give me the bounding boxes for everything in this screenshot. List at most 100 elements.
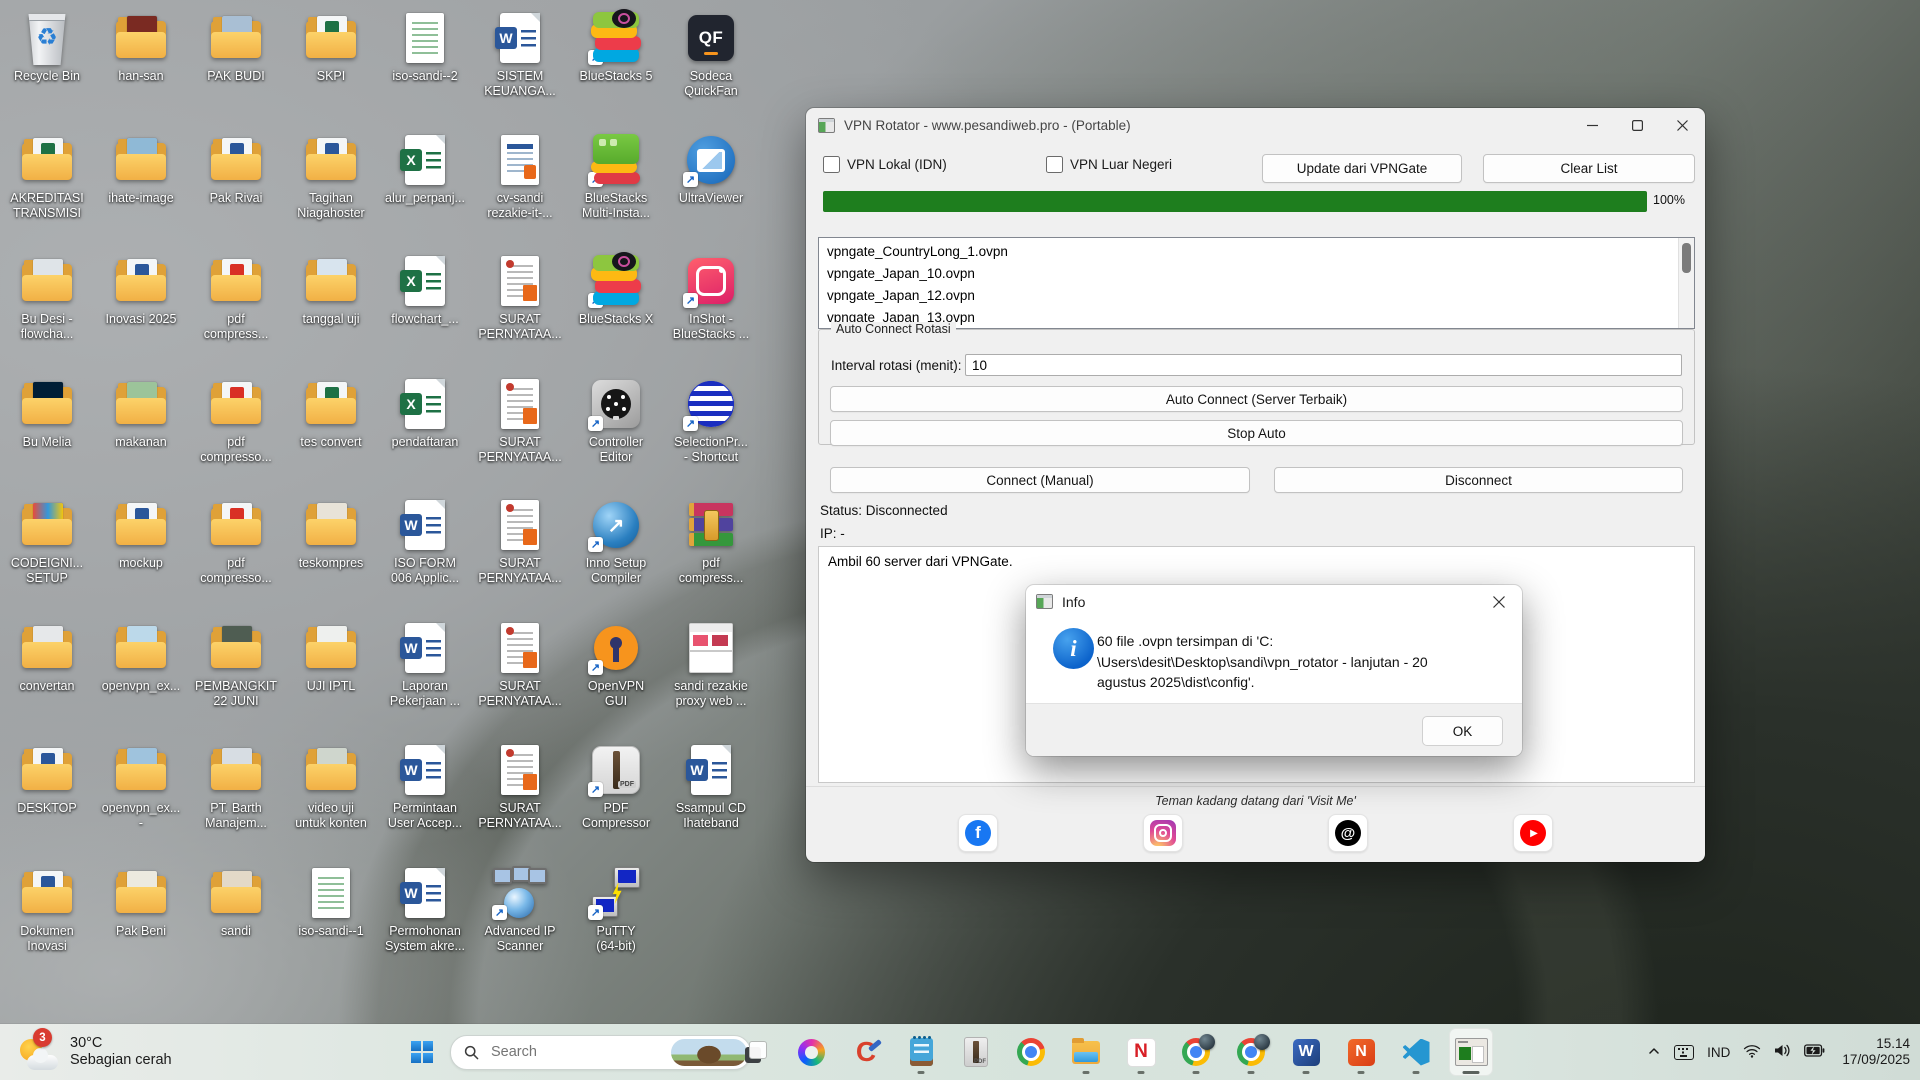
taskbar-app-nitro-pdf[interactable]: N (1339, 1028, 1383, 1076)
server-list-item[interactable]: vpngate_Japan_12.ovpn (819, 285, 1694, 307)
language-indicator[interactable]: IND (1707, 1045, 1730, 1060)
clock[interactable]: 15.14 17/09/2025 (1842, 1036, 1910, 1069)
desktop-icon-ihate-image[interactable]: ihate-image (95, 132, 187, 206)
desktop-icon-mockup[interactable]: mockup (95, 497, 187, 571)
desktop-icon-inno-setup-compiler[interactable]: ↗↗Inno Setup Compiler (570, 497, 662, 586)
desktop-icon-akreditasi-transmisi[interactable]: AKREDITASI TRANSMISI (1, 132, 93, 221)
desktop-icon-pdf-compress[interactable]: pdf compress... (665, 497, 757, 586)
desktop-icon-pak-budi[interactable]: PAK BUDI (190, 10, 282, 84)
desktop-icon-alur-perpanj[interactable]: Xalur_perpanj... (379, 132, 471, 206)
desktop-icon-inovasi-2025[interactable]: Inovasi 2025 (95, 253, 187, 327)
desktop-icon-advanced-ip-scanner[interactable]: ↗Advanced IP Scanner (474, 865, 566, 954)
desktop-icon-makanan[interactable]: makanan (95, 376, 187, 450)
youtube-button[interactable]: ▶ (1513, 814, 1553, 852)
desktop-icon-surat-pernyataa[interactable]: SURAT PERNYATAA... (474, 620, 566, 709)
volume-icon[interactable] (1774, 1043, 1791, 1061)
desktop-icon-surat-pernyataa[interactable]: SURAT PERNYATAA... (474, 376, 566, 465)
desktop-icon-tes-convert[interactable]: tes convert (285, 376, 377, 450)
desktop-icon-desktop[interactable]: DESKTOP (1, 742, 93, 816)
desktop-icon-iso-sandi-2[interactable]: iso-sandi--2 (379, 10, 471, 84)
disconnect-button[interactable]: Disconnect (1274, 467, 1683, 493)
desktop-icon-tagihan-niagahoster[interactable]: Tagihan Niagahoster (285, 132, 377, 221)
taskbar-app-word[interactable]: W (1284, 1028, 1328, 1076)
desktop-icon-sandi-rezakie-proxy-web[interactable]: sandi rezakie proxy web ... (665, 620, 757, 709)
close-button[interactable] (1660, 108, 1705, 142)
desktop-icon-tanggal-uji[interactable]: tanggal uji (285, 253, 377, 327)
scrollbar[interactable] (1678, 238, 1694, 328)
taskbar-app-copilot[interactable] (789, 1028, 833, 1076)
desktop-icon-dokumen-inovasi[interactable]: Dokumen Inovasi (1, 865, 93, 954)
desktop-icon-pt-barth-manajem[interactable]: PT. Barth Manajem... (190, 742, 282, 831)
desktop-icon-bu-melia[interactable]: Bu Melia (1, 376, 93, 450)
vpn-foreign-checkbox[interactable]: VPN Luar Negeri (1046, 156, 1172, 173)
desktop-icon-pdf-compress[interactable]: pdf compress... (190, 253, 282, 342)
desktop-icon-han-san[interactable]: han-san (95, 10, 187, 84)
battery-icon[interactable] (1804, 1044, 1825, 1060)
desktop-icon-openvpn-ex[interactable]: openvpn_ex... - (95, 742, 187, 831)
desktop-icon-video-uji-untuk-konten[interactable]: video uji untuk konten (285, 742, 377, 831)
clear-list-button[interactable]: Clear List (1483, 154, 1695, 183)
facebook-button[interactable]: f (958, 814, 998, 852)
desktop-icon-controller-editor[interactable]: ↗Controller Editor (570, 376, 662, 465)
desktop-icon-permintaan-user-accep[interactable]: WPermintaan User Accep... (379, 742, 471, 831)
desktop-icon-codeigni-setup[interactable]: CODEIGNI... SETUP (1, 497, 93, 586)
desktop-icon-cv-sandi-rezakie-it[interactable]: cv-sandi rezakie-it-... (474, 132, 566, 221)
desktop-icon-pak-beni[interactable]: Pak Beni (95, 865, 187, 939)
threads-button[interactable]: @ (1328, 814, 1368, 852)
connect-manual-button[interactable]: Connect (Manual) (830, 467, 1250, 493)
desktop-icon-ssampul-cd-ihateband[interactable]: WSsampul CD Ihateband (665, 742, 757, 831)
start-button[interactable] (403, 1030, 441, 1074)
taskbar-app-vpn-rotator[interactable] (1449, 1028, 1493, 1076)
touch-keyboard-icon[interactable] (1674, 1045, 1694, 1060)
server-list-item[interactable]: vpngate_CountryLong_1.ovpn (819, 241, 1694, 263)
taskbar-app-netflix[interactable]: N (1119, 1028, 1163, 1076)
desktop-icon-convertan[interactable]: convertan (1, 620, 93, 694)
desktop-icon-pdf-compresso[interactable]: pdf compresso... (190, 376, 282, 465)
wifi-icon[interactable] (1743, 1043, 1761, 1061)
desktop-icon-bu-desi-flowcha[interactable]: Bu Desi - flowcha... (1, 253, 93, 342)
desktop-icon-bluestacks-x[interactable]: ↗BlueStacks X (570, 253, 662, 327)
desktop-icon-surat-pernyataa[interactable]: SURAT PERNYATAA... (474, 742, 566, 831)
taskbar-app-pdf-tool[interactable] (954, 1028, 998, 1076)
desktop-icon-putty-64-bit[interactable]: ↗PuTTY (64-bit) (570, 865, 662, 954)
desktop-icon-sistem-keuanga[interactable]: WSISTEM KEUANGA... (474, 10, 566, 99)
server-list[interactable]: vpngate_CountryLong_1.ovpnvpngate_Japan_… (818, 237, 1695, 329)
desktop-icon-laporan-pekerjaan[interactable]: WLaporan Pekerjaan ... (379, 620, 471, 709)
server-list-item[interactable]: vpngate_Japan_10.ovpn (819, 263, 1694, 285)
dialog-close-button[interactable] (1476, 585, 1522, 618)
desktop-icon-openvpn-ex[interactable]: openvpn_ex... (95, 620, 187, 694)
desktop-icon-pdf-compressor[interactable]: PDF↗PDF Compressor (570, 742, 662, 831)
taskbar-app-notepad[interactable] (899, 1028, 943, 1076)
maximize-button[interactable] (1615, 108, 1660, 142)
desktop-icon-iso-sandi-1[interactable]: iso-sandi--1 (285, 865, 377, 939)
hidden-icons-chevron[interactable] (1647, 1044, 1661, 1061)
stop-auto-button[interactable]: Stop Auto (830, 420, 1683, 446)
desktop-icon-surat-pernyataa[interactable]: SURAT PERNYATAA... (474, 497, 566, 586)
desktop-icon-surat-pernyataa[interactable]: SURAT PERNYATAA... (474, 253, 566, 342)
search-box[interactable] (450, 1035, 751, 1070)
auto-connect-button[interactable]: Auto Connect (Server Terbaik) (830, 386, 1683, 412)
vpn-local-checkbox[interactable]: VPN Lokal (IDN) (823, 156, 947, 173)
taskbar-app-file-explorer[interactable] (1064, 1028, 1108, 1076)
desktop-icon-uji-iptl[interactable]: UJI IPTL (285, 620, 377, 694)
taskbar-app-ccleaner[interactable]: C (844, 1028, 888, 1076)
minimize-button[interactable] (1570, 108, 1615, 142)
desktop-icon-flowchart[interactable]: Xflowchart_... (379, 253, 471, 327)
desktop-icon-pendaftaran[interactable]: Xpendaftaran (379, 376, 471, 450)
desktop-icon-sodeca-quickfan[interactable]: QFSodeca QuickFan (665, 10, 757, 99)
update-vpngate-button[interactable]: Update dari VPNGate (1262, 154, 1462, 183)
weather-widget[interactable]: 3 30°C Sebagian cerah (10, 1024, 180, 1080)
desktop-icon-inshot-bluestacks[interactable]: ↗InShot - BlueStacks ... (665, 253, 757, 342)
desktop-icon-pembangkit-22-juni[interactable]: PEMBANGKIT 22 JUNI (190, 620, 282, 709)
desktop-icon-sandi[interactable]: sandi (190, 865, 282, 939)
interval-input[interactable] (965, 354, 1682, 376)
instagram-button[interactable] (1143, 814, 1183, 852)
desktop-icon-iso-form-006-applic[interactable]: WISO FORM 006 Applic... (379, 497, 471, 586)
taskbar-app-chrome-profile-2[interactable] (1229, 1028, 1273, 1076)
taskbar-app-chrome[interactable] (1009, 1028, 1053, 1076)
search-input[interactable] (489, 1043, 671, 1061)
desktop-icon-pak-rivai[interactable]: Pak Rivai (190, 132, 282, 206)
desktop-icon-selectionpr-shortcut[interactable]: ↗SelectionPr... - Shortcut (665, 376, 757, 465)
desktop-icon-pdf-compresso[interactable]: pdf compresso... (190, 497, 282, 586)
desktop-icon-recycle-bin[interactable]: ♻Recycle Bin (1, 10, 93, 84)
